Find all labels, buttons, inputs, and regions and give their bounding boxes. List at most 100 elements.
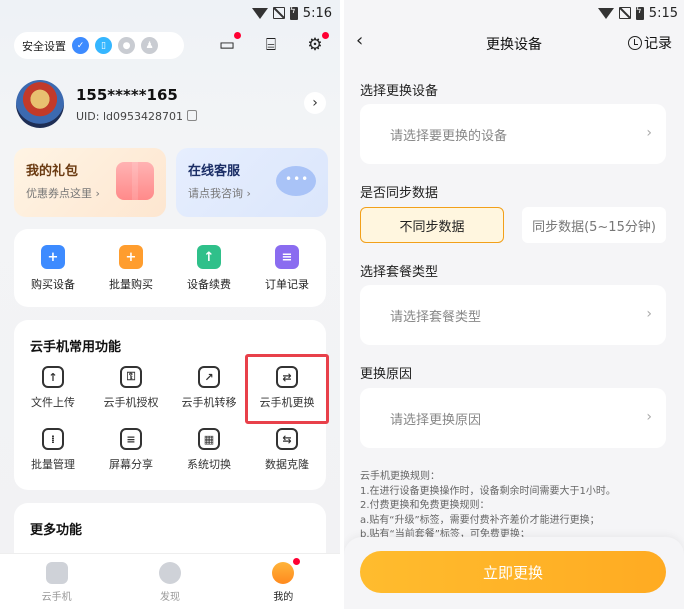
clock-icon [628, 36, 642, 50]
func-label: 系统切换 [187, 458, 231, 471]
settings-icon[interactable]: ⚙ [304, 32, 329, 56]
reason-select[interactable]: 请选择更换原因 › [360, 388, 666, 448]
battery-icon [635, 6, 644, 20]
func-screen-share[interactable]: ≡ 屏幕分享 [92, 428, 170, 472]
bag-icon: + [119, 245, 143, 269]
order-icon: ≡ [275, 245, 299, 269]
device-select[interactable]: 请选择要更换的设备 › [360, 104, 666, 164]
cloud-phone-icon [45, 562, 68, 584]
transfer-icon: ↗ [198, 366, 220, 388]
mine-dot [293, 558, 301, 565]
batch-icon: ⁞ [42, 428, 64, 450]
battery-icon [289, 6, 298, 20]
my-page-screen: 5:16 安全设置 ✓ ▯ ● ♟ ▭ ⌸ ⚙ 155*****165 UID:… [0, 0, 340, 609]
plan-select[interactable]: 请选择套餐类型 › [360, 285, 666, 345]
sync-label: 是否同步数据 [360, 186, 439, 201]
rule-line: a.贴有“升级”标签，需要付费补齐差价才能进行更换； [360, 514, 600, 526]
action-label: 设备续费 [187, 278, 231, 291]
rule-line: 1.在进行设备更换操作时，设备剩余时间需要大于1小时。 [360, 485, 616, 497]
security-label: 安全设置 [22, 39, 66, 53]
record-button[interactable]: 记录 [628, 33, 672, 53]
tab-discover[interactable]: 发现 [135, 554, 205, 609]
wifi-icon [251, 7, 268, 19]
replace-rules: 云手机更换规则： 1.在进行设备更换操作时，设备剩余时间需要大于1小时。 2.付… [360, 470, 670, 543]
rule-line: 云手机更换规则： [360, 471, 440, 482]
uid-line: UID: ld0953428701 [76, 110, 197, 123]
status-time: 5:15 [648, 5, 678, 21]
action-renew[interactable]: ↑ 设备续费 [174, 245, 244, 292]
uid-text: UID: ld0953428701 [76, 110, 183, 123]
func-label: 屏幕分享 [109, 458, 153, 471]
chevron-right-icon: › [646, 306, 652, 322]
tab-cloud-phone[interactable]: 云手机 [22, 554, 92, 609]
scan-icon[interactable]: ⌸ [260, 34, 282, 56]
func-data-clone[interactable]: ⇆ 数据克隆 [248, 428, 326, 472]
copy-icon[interactable] [187, 110, 197, 121]
security-settings-pill[interactable]: 安全设置 ✓ ▯ ● ♟ [14, 32, 184, 59]
action-bulk-buy[interactable]: + 批量购买 [96, 245, 166, 292]
gift-box-icon [116, 162, 154, 200]
replace-icon: ⇄ [276, 366, 298, 388]
common-functions-title: 云手机常用功能 [30, 340, 122, 355]
authorize-icon: ⚿ [120, 366, 142, 388]
shield-icon: ✓ [72, 37, 89, 54]
plan-placeholder: 请选择套餐类型 [390, 309, 482, 325]
no-signal-icon [618, 7, 631, 19]
sync-option[interactable]: 同步数据(5~15分钟) [522, 207, 666, 243]
record-label: 记录 [644, 36, 672, 52]
function-grid: ↑ 文件上传 ⚿ 云手机授权 ↗ 云手机转移 ⇄ 云手机更换 ⁞ 批量管理 ≡ 屏幕分享 ▦… [14, 366, 326, 472]
tab-label: 我的 [273, 592, 294, 603]
func-system-switch[interactable]: ▦ 系统切换 [170, 428, 248, 472]
cart-icon: + [41, 245, 65, 269]
my-gift-card[interactable]: 我的礼包 优惠券点这里 › [14, 148, 166, 217]
no-signal-icon [272, 7, 285, 19]
screen-share-icon: ≡ [120, 428, 142, 450]
chevron-right-icon: › [646, 409, 652, 425]
system-switch-icon: ▦ [198, 428, 220, 450]
clone-icon: ⇆ [276, 428, 298, 450]
phone-number: 155*****165 [76, 86, 178, 104]
no-sync-option[interactable]: 不同步数据 [360, 207, 504, 243]
chevron-right-icon[interactable]: › [304, 92, 326, 114]
online-service-card[interactable]: 在线客服 请点我咨询 › [176, 148, 328, 217]
message-icon[interactable]: ▭ [216, 32, 241, 56]
action-label: 购买设备 [31, 278, 75, 291]
chat-bubble-icon [276, 166, 316, 196]
common-functions-card: 云手机常用功能 ↑ 文件上传 ⚿ 云手机授权 ↗ 云手机转移 ⇄ 云手机更换 ⁞ 批量管理… [14, 320, 329, 490]
func-label: 云手机更换 [259, 396, 315, 409]
qq-icon: ♟ [141, 37, 158, 54]
func-label: 云手机转移 [181, 396, 237, 409]
status-bar: 5:15 [597, 0, 678, 26]
func-file-upload[interactable]: ↑ 文件上传 [14, 366, 92, 410]
func-transfer[interactable]: ↗ 云手机转移 [170, 366, 248, 410]
tab-mine[interactable]: 我的 [248, 554, 318, 609]
top-toolbar: ▭ ⌸ ⚙ [216, 32, 329, 56]
quick-actions-card: + 购买设备 + 批量购买 ↑ 设备续费 ≡ 订单记录 [14, 229, 326, 307]
action-label: 批量购买 [109, 278, 153, 291]
status-time: 5:16 [302, 5, 332, 21]
func-label: 云手机授权 [103, 396, 159, 409]
nav-bar: ‹ 更换设备 记录 [344, 26, 684, 60]
action-buy-device[interactable]: + 购买设备 [18, 245, 88, 292]
func-batch-manage[interactable]: ⁞ 批量管理 [14, 428, 92, 472]
action-label: 订单记录 [265, 278, 309, 291]
device-placeholder: 请选择要更换的设备 [390, 128, 508, 144]
renew-icon: ↑ [197, 245, 221, 269]
status-bar: 5:16 [251, 0, 332, 26]
wifi-icon [597, 7, 614, 19]
discover-icon [158, 562, 181, 584]
func-label: 数据克隆 [265, 458, 309, 471]
plan-label: 选择套餐类型 [360, 265, 439, 280]
tab-label: 云手机 [41, 592, 72, 603]
bottom-tab-bar: 云手机 发现 我的 [0, 553, 340, 609]
more-functions-title: 更多功能 [30, 523, 83, 538]
chevron-right-icon: › [646, 125, 652, 141]
profile-row[interactable]: 155*****165 UID: ld0953428701 › [16, 80, 326, 132]
unread-dot [234, 32, 241, 39]
avatar[interactable] [16, 80, 64, 128]
action-orders[interactable]: ≡ 订单记录 [252, 245, 322, 292]
func-authorize[interactable]: ⚿ 云手机授权 [92, 366, 170, 410]
func-replace[interactable]: ⇄ 云手机更换 [248, 366, 326, 410]
phone-icon: ▯ [95, 37, 112, 54]
replace-now-button[interactable]: 立即更换 [360, 551, 666, 593]
